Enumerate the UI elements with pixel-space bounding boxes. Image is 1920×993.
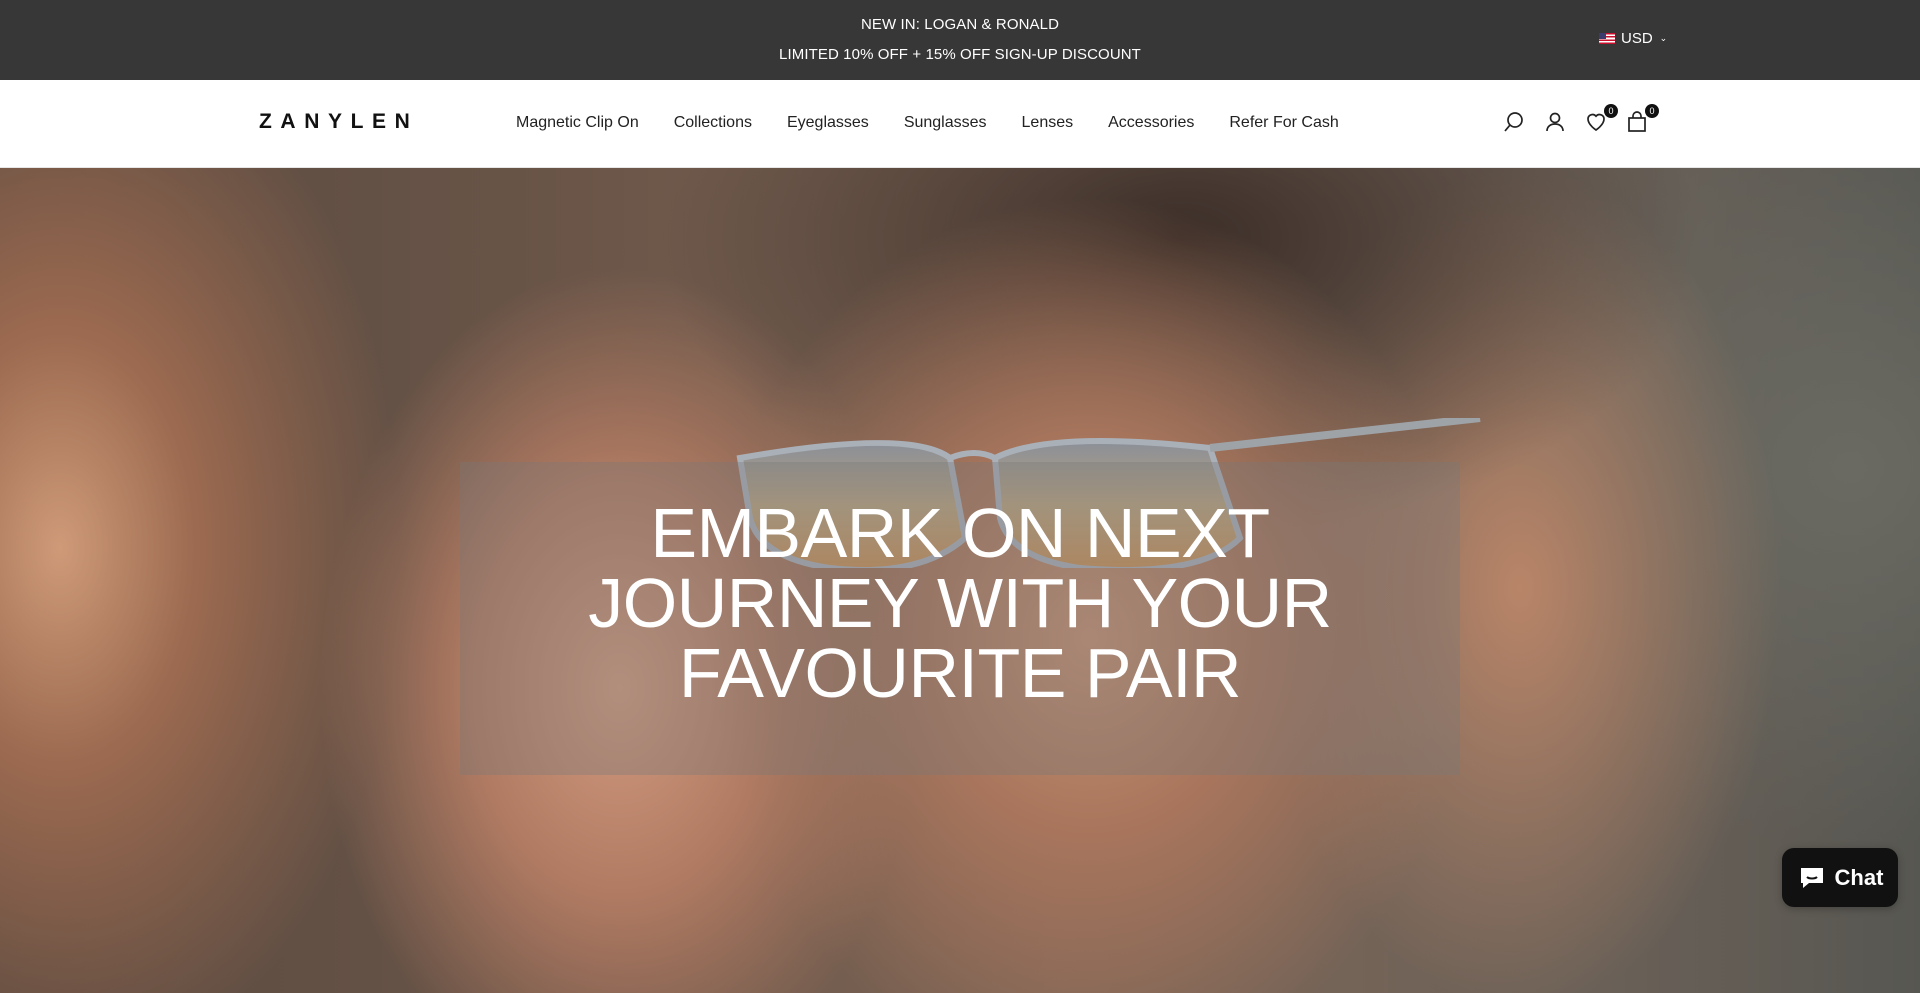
site-header: ZANYLEN Magnetic Clip On Collections Eye… (0, 80, 1920, 168)
chat-bubble-icon (1800, 867, 1823, 888)
nav-item-eyeglasses[interactable]: Eyeglasses (787, 114, 869, 132)
nav-item-magnetic-clip-on[interactable]: Magnetic Clip On (516, 114, 639, 132)
hero-headline-line2: JOURNEY WITH YOUR (588, 564, 1332, 642)
cart-button[interactable]: 0 (1625, 104, 1659, 134)
main-nav: Magnetic Clip On Collections Eyeglasses … (516, 114, 1374, 132)
logo[interactable]: ZANYLEN (259, 110, 418, 134)
wishlist-count-badge: 0 (1604, 104, 1618, 118)
search-icon (1504, 112, 1523, 132)
chevron-down-icon: ⌄ (1659, 33, 1668, 43)
nav-item-accessories[interactable]: Accessories (1108, 114, 1194, 132)
account-icon (1546, 112, 1564, 132)
chat-label: Chat (1834, 864, 1884, 890)
currency-label: USD (1621, 30, 1653, 47)
header-icons: 0 0 (1502, 104, 1659, 134)
account-button[interactable] (1543, 110, 1567, 134)
cart-count-badge: 0 (1645, 104, 1659, 118)
us-flag-icon (1599, 33, 1615, 44)
nav-item-refer-for-cash[interactable]: Refer For Cash (1229, 114, 1338, 132)
wishlist-button[interactable]: 0 (1584, 104, 1618, 134)
nav-item-lenses[interactable]: Lenses (1022, 114, 1074, 132)
currency-selector[interactable]: USD ⌄ (1599, 30, 1667, 47)
search-button[interactable] (1502, 110, 1526, 134)
nav-item-collections[interactable]: Collections (674, 114, 752, 132)
chat-button[interactable]: Chat (1782, 848, 1898, 907)
nav-item-sunglasses[interactable]: Sunglasses (904, 114, 987, 132)
hero-headline-line1: EMBARK ON NEXT (650, 494, 1270, 572)
hero-banner[interactable]: EMBARK ON NEXT JOURNEY WITH YOUR FAVOURI… (0, 168, 1920, 993)
announcement-line-discount[interactable]: LIMITED 10% OFF + 15% OFF SIGN-UP DISCOU… (0, 46, 1920, 63)
hero-headline: EMBARK ON NEXT JOURNEY WITH YOUR FAVOURI… (460, 498, 1460, 708)
hero-headline-line3: FAVOURITE PAIR (678, 634, 1242, 712)
announcement-bar: NEW IN: LOGAN & RONALD LIMITED 10% OFF +… (0, 0, 1920, 80)
